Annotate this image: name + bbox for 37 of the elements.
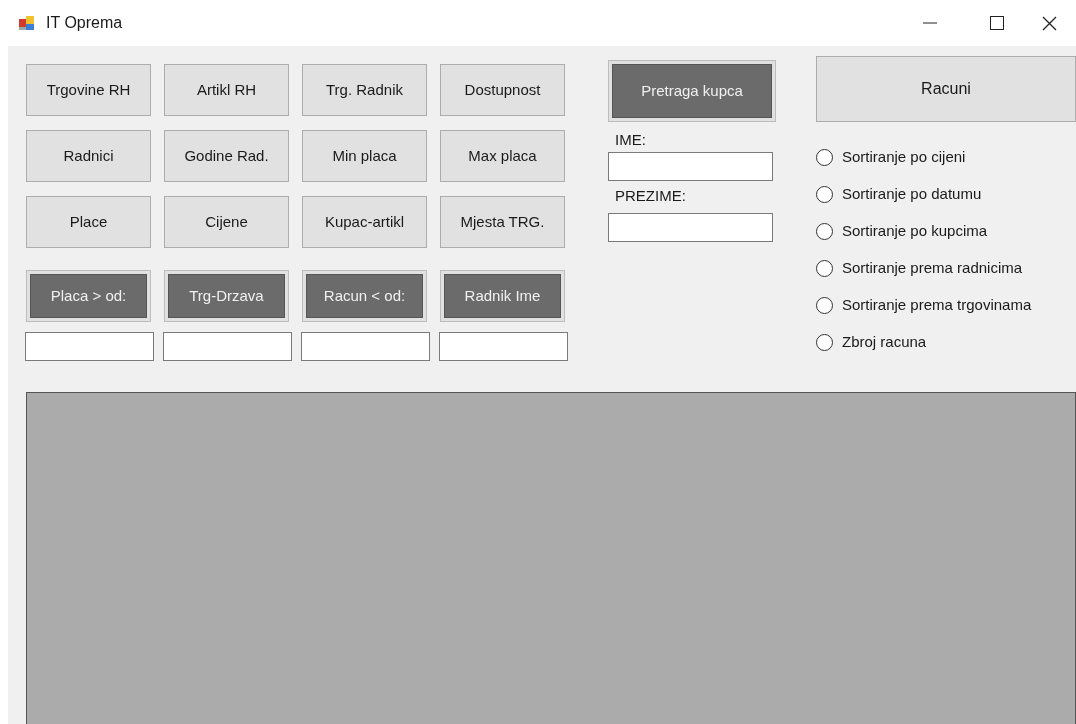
sort-radio[interactable]: Sortiranje prema trgovinama	[816, 292, 1032, 318]
query-button[interactable]: Max placa	[440, 130, 565, 182]
search-button[interactable]: Pretraga kupca	[608, 60, 776, 122]
filter-button[interactable]: Racun < od:	[302, 270, 427, 322]
query-button[interactable]: Place	[26, 196, 151, 248]
app-icon	[18, 14, 36, 32]
query-button[interactable]: Cijene	[164, 196, 289, 248]
window-title: IT Oprema	[46, 13, 123, 33]
maximize-icon	[989, 16, 1004, 30]
query-button[interactable]: Min placa	[302, 130, 427, 182]
query-button[interactable]: Trgovine RH	[26, 64, 151, 116]
sort-radio[interactable]: Sortiranje po kupcima	[816, 218, 988, 244]
close-icon	[1042, 15, 1057, 31]
minimize-icon	[922, 22, 937, 24]
query-button[interactable]: Godine Rad.	[164, 130, 289, 182]
query-button[interactable]: Trg. Radnik	[302, 64, 427, 116]
sort-radio[interactable]: Sortiranje po cijeni	[816, 144, 966, 170]
input-field[interactable]	[608, 213, 773, 242]
query-button[interactable]: Radnici	[26, 130, 151, 182]
input-field[interactable]	[25, 332, 154, 361]
input-field[interactable]	[301, 332, 430, 361]
query-button[interactable]: Artikl RH	[164, 64, 289, 116]
input-field[interactable]	[163, 332, 292, 361]
invoices-button[interactable]: Racuni	[816, 56, 1076, 122]
query-button[interactable]: Dostupnost	[440, 64, 565, 116]
field-label: PREZIME:	[614, 185, 687, 206]
field-label: IME:	[614, 130, 647, 150]
input-field[interactable]	[608, 151, 773, 181]
sort-radio[interactable]: Zbroj racuna	[816, 329, 927, 355]
sort-radio[interactable]: Sortiranje po datumu	[816, 181, 982, 207]
filter-button[interactable]: Trg-Drzava	[164, 270, 289, 322]
query-button[interactable]: Mjesta TRG.	[440, 196, 565, 248]
input-field[interactable]	[439, 332, 568, 361]
sort-radio[interactable]: Sortiranje prema radnicima	[816, 255, 1023, 281]
query-button[interactable]: Kupac-artikl	[302, 196, 427, 248]
filter-button[interactable]: Radnik Ime	[440, 270, 565, 322]
filter-button[interactable]: Placa > od:	[26, 270, 151, 322]
